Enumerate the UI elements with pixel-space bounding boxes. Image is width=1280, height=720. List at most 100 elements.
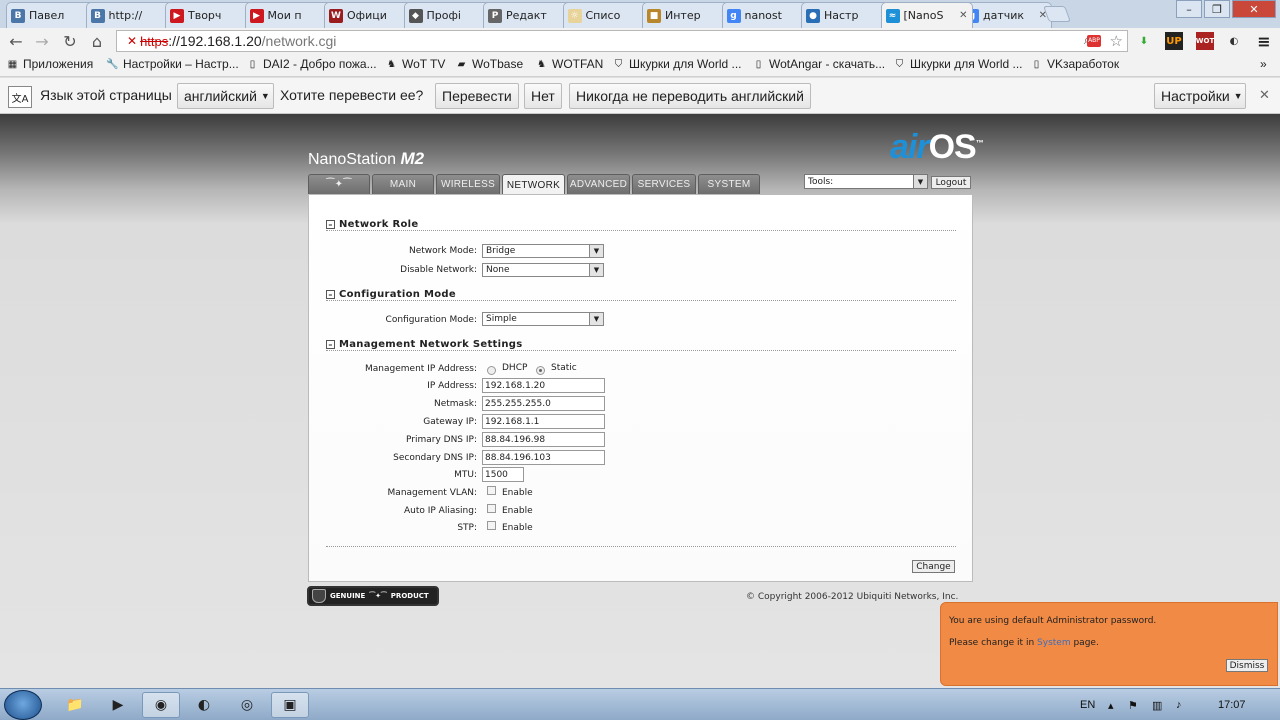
reload-icon[interactable]: ↻ <box>60 31 80 51</box>
action-center-icon[interactable]: ⚑ <box>1128 699 1138 712</box>
ip-address-label: IP Address: <box>427 381 477 391</box>
primary-dns-input[interactable]: 88.84.196.98 <box>482 432 605 447</box>
close-window-button[interactable]: ✕ <box>1232 0 1276 18</box>
bookmark-item[interactable]: ▯ DAI2 - Добро пожа... <box>246 57 377 71</box>
tab-services[interactable]: SERVICES <box>632 174 696 194</box>
download-icon[interactable]: ⬇ <box>1135 32 1153 50</box>
window-icon[interactable]: ▣ <box>271 692 309 718</box>
tab-wireless[interactable]: WIRELESS <box>436 174 500 194</box>
chrome-icon[interactable]: ◉ <box>142 692 180 718</box>
explorer-icon[interactable]: 📁 <box>56 692 94 718</box>
url-scheme: https <box>140 33 169 49</box>
ubnt-logo-tab[interactable]: ⁀✦⁀ <box>308 174 370 194</box>
adblock-icon[interactable]: ABP <box>1087 35 1101 47</box>
browser-tab[interactable]: gдатчик✕ <box>960 2 1052 28</box>
maximize-button[interactable]: ❐ <box>1204 0 1230 18</box>
browser-tab[interactable]: ◆Профі✕ <box>403 2 496 28</box>
browser-tab[interactable]: gnanost✕ <box>721 2 814 28</box>
browser-tab[interactable]: Вhttp://✕ <box>85 2 178 28</box>
section-network-role[interactable]: – Network Role <box>326 219 418 230</box>
browser-tab[interactable]: PРедакт✕ <box>483 2 575 28</box>
tab-main[interactable]: MAIN <box>372 174 434 194</box>
bookmark-item[interactable]: ♞ WoT TV <box>385 57 445 71</box>
static-radio[interactable] <box>536 366 545 375</box>
folder-icon: ■ <box>647 8 661 23</box>
bookmarks-overflow-icon[interactable]: » <box>1260 57 1267 71</box>
wot-extension-icon[interactable]: WOT <box>1196 32 1214 50</box>
browser-tab[interactable]: ■Интер✕ <box>642 2 734 28</box>
chevron-down-icon: ▼ <box>1233 91 1243 101</box>
tools-select[interactable]: Tools: ▼ <box>804 174 928 189</box>
secondary-dns-input[interactable]: 88.84.196.103 <box>482 450 605 465</box>
volume-icon[interactable]: ♪ <box>1176 699 1182 711</box>
logout-button[interactable]: Logout <box>931 176 971 189</box>
language-indicator[interactable]: EN <box>1080 699 1095 711</box>
minimize-button[interactable]: – <box>1176 0 1202 18</box>
tab-network[interactable]: NETWORK <box>502 174 565 195</box>
dhcp-radio[interactable] <box>487 366 496 375</box>
bookmark-star-icon[interactable]: ☆ <box>1110 32 1123 50</box>
ip-address-input[interactable]: 192.168.1.20 <box>482 378 605 393</box>
dismiss-button[interactable]: Dismiss <box>1226 659 1268 672</box>
tray-expand-icon[interactable]: ▴ <box>1108 699 1114 712</box>
menu-icon[interactable]: ≡ <box>1255 32 1273 51</box>
netmask-input[interactable]: 255.255.255.0 <box>482 396 605 411</box>
close-translate-icon[interactable]: ✕ <box>1259 88 1270 103</box>
language-select[interactable]: английский ▼ <box>177 83 274 109</box>
media-player-icon[interactable]: ▶ <box>99 692 137 718</box>
browser-tab[interactable]: ▶Мои п✕ <box>244 2 337 28</box>
tab-system[interactable]: SYSTEM <box>698 174 760 194</box>
browser-tab[interactable]: ●Настр✕ <box>801 2 893 28</box>
configuration-mode-select[interactable]: Simple ▼ <box>482 312 604 326</box>
never-translate-button[interactable]: Никогда не переводить английский <box>569 83 811 109</box>
mgmt-vlan-checkbox[interactable] <box>487 486 496 495</box>
tab-title: Списо <box>585 9 621 22</box>
address-bar[interactable]: ✕ https ://192.168.1.20 /network.cgi ⌕ A… <box>116 30 1128 52</box>
start-button[interactable] <box>4 690 42 720</box>
bookmark-item[interactable]: ▯ WotAngar - скачать... <box>752 57 885 71</box>
translate-button[interactable]: Перевести <box>435 83 519 109</box>
bookmark-item[interactable]: ♞ WOTFAN <box>535 57 603 71</box>
system-link[interactable]: System <box>1037 638 1071 648</box>
disable-network-select[interactable]: None ▼ <box>482 263 604 277</box>
bookmark-item[interactable]: 🔧 Настройки – Настр... <box>106 57 238 71</box>
no-translate-button[interactable]: Нет <box>524 83 562 109</box>
stp-checkbox[interactable] <box>487 521 496 530</box>
collapse-icon[interactable]: – <box>326 340 335 349</box>
browser-tab[interactable]: ☼Списо✕ <box>562 2 655 28</box>
firefox-icon[interactable]: ◐ <box>185 692 223 718</box>
tools-label: Tools: <box>808 176 834 187</box>
new-tab-button[interactable] <box>1043 6 1071 22</box>
bookmark-item[interactable]: ⛉ Шкурки для World ... <box>612 57 742 71</box>
network-icon[interactable]: ▥ <box>1152 699 1162 712</box>
section-management[interactable]: – Management Network Settings <box>326 339 523 350</box>
change-button[interactable]: Change <box>912 560 955 573</box>
back-icon[interactable]: ← <box>6 31 26 51</box>
netmask-label: Netmask: <box>433 399 477 409</box>
app-icon[interactable]: ◎ <box>228 692 266 718</box>
browser-tab[interactable]: WОфици✕ <box>324 2 416 28</box>
home-icon[interactable]: ⌂ <box>87 31 107 51</box>
browser-tab[interactable]: ВПавел✕ <box>6 2 98 28</box>
close-tab-icon[interactable]: ✕ <box>959 10 967 21</box>
bookmark-item[interactable]: ▦ Приложения <box>6 57 93 71</box>
forward-icon[interactable]: → <box>32 31 52 51</box>
bookmark-item[interactable]: ⛉ Шкурки для World ... <box>893 57 1023 71</box>
browser-tab[interactable]: ≈ [NanoS ✕ <box>880 2 973 28</box>
mtu-input[interactable]: 1500 <box>482 467 524 482</box>
network-mode-select[interactable]: Bridge ▼ <box>482 244 604 258</box>
bookmark-item[interactable]: ▰ WoTbase <box>455 57 524 71</box>
auto-ip-aliasing-checkbox[interactable] <box>487 504 496 513</box>
up-extension-icon[interactable]: UP <box>1165 32 1183 50</box>
mask-extension-icon[interactable]: ◐ <box>1225 32 1243 50</box>
tab-advanced[interactable]: ADVANCED <box>567 174 630 194</box>
translate-settings-button[interactable]: Настройки ▼ <box>1154 83 1246 109</box>
insecure-lock-icon[interactable]: ✕ <box>127 34 137 48</box>
gateway-input[interactable]: 192.168.1.1 <box>482 414 605 429</box>
section-configuration-mode[interactable]: – Configuration Mode <box>326 289 456 300</box>
bookmark-item[interactable]: ▯ VKзаработок <box>1030 57 1119 71</box>
collapse-icon[interactable]: – <box>326 290 335 299</box>
clock[interactable]: 17:07 <box>1218 699 1246 711</box>
collapse-icon[interactable]: – <box>326 220 335 229</box>
browser-tab[interactable]: ▶Творч✕ <box>165 2 257 28</box>
